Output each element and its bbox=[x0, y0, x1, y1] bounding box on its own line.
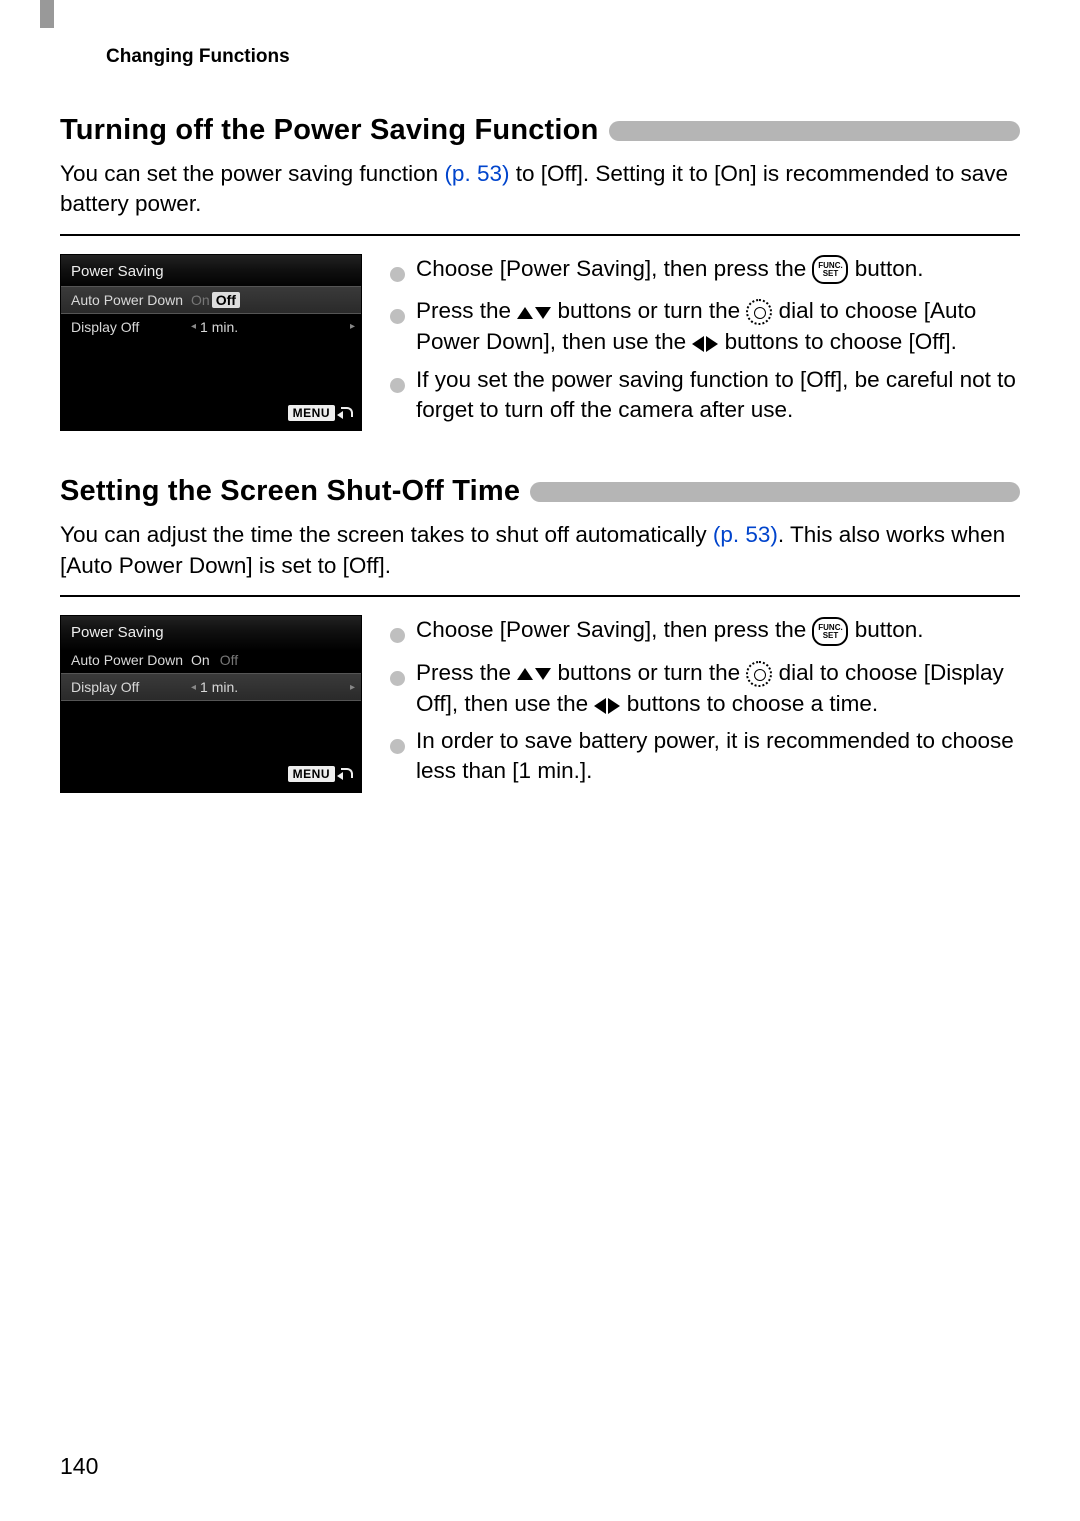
section2-intro: You can adjust the time the screen takes… bbox=[60, 520, 1020, 581]
bullet-icon bbox=[390, 296, 416, 359]
up-down-icon bbox=[517, 297, 551, 327]
left-right-icon bbox=[594, 690, 620, 720]
bullet-icon bbox=[390, 615, 416, 651]
bullet-icon bbox=[390, 365, 416, 426]
menu-badge: MENU bbox=[288, 766, 335, 782]
section1-intro: You can set the power saving function (p… bbox=[60, 159, 1020, 220]
screen2-row-display-off: Display Off ◂ 1 min. ▸ bbox=[61, 673, 361, 701]
left-right-icon bbox=[692, 328, 718, 358]
divider bbox=[60, 234, 1020, 236]
side-tab bbox=[40, 0, 54, 28]
bullet-icon bbox=[390, 726, 416, 787]
title-bar-decor bbox=[609, 121, 1020, 141]
func-set-icon: FUNC.SET bbox=[812, 617, 848, 646]
dial-icon bbox=[746, 661, 772, 687]
screen2-title: Power Saving bbox=[61, 616, 361, 647]
title-bar-decor bbox=[530, 482, 1020, 502]
camera-screen-2: Power Saving Auto Power Down On Off Disp… bbox=[60, 615, 362, 793]
caret-left-icon: ◂ bbox=[191, 321, 196, 332]
section-title-2: Setting the Screen Shut-Off Time bbox=[60, 475, 520, 508]
caret-right-icon: ▸ bbox=[350, 682, 355, 693]
screen2-row-auto-power-down: Auto Power Down On Off bbox=[61, 647, 361, 673]
bullet-icon bbox=[390, 254, 416, 290]
s2-bullet-2: Press the buttons or turn the dial to ch… bbox=[416, 658, 1020, 721]
caret-right-icon: ▸ bbox=[350, 321, 355, 332]
s2-bullet-3: In order to save battery power, it is re… bbox=[416, 726, 1020, 787]
func-set-icon: FUNC.SET bbox=[812, 255, 848, 284]
dial-icon bbox=[746, 299, 772, 325]
page-number: 140 bbox=[60, 1453, 98, 1480]
s1-bullet-2: Press the buttons or turn the dial to ch… bbox=[416, 296, 1020, 359]
return-icon bbox=[337, 768, 353, 780]
camera-screen-1: Power Saving Auto Power Down On Off Disp… bbox=[60, 254, 362, 432]
s1-bullet-3: If you set the power saving function to … bbox=[416, 365, 1020, 426]
bullet-icon bbox=[390, 658, 416, 721]
caret-left-icon: ◂ bbox=[191, 682, 196, 693]
menu-badge: MENU bbox=[288, 405, 335, 421]
return-icon bbox=[337, 407, 353, 419]
section-title-1: Turning off the Power Saving Function bbox=[60, 114, 599, 147]
s1-bullet-1: Choose [Power Saving], then press the FU… bbox=[416, 254, 1020, 290]
running-header: Changing Functions bbox=[106, 46, 1020, 68]
screen1-title: Power Saving bbox=[61, 255, 361, 286]
screen1-row-auto-power-down: Auto Power Down On Off bbox=[61, 286, 361, 314]
up-down-icon bbox=[517, 658, 551, 688]
s2-bullet-1: Choose [Power Saving], then press the FU… bbox=[416, 615, 1020, 651]
screen1-row-display-off: Display Off ◂ 1 min. ▸ bbox=[61, 314, 361, 340]
page-ref-link[interactable]: (p. 53) bbox=[444, 161, 509, 186]
divider bbox=[60, 595, 1020, 597]
page-ref-link[interactable]: (p. 53) bbox=[713, 522, 778, 547]
